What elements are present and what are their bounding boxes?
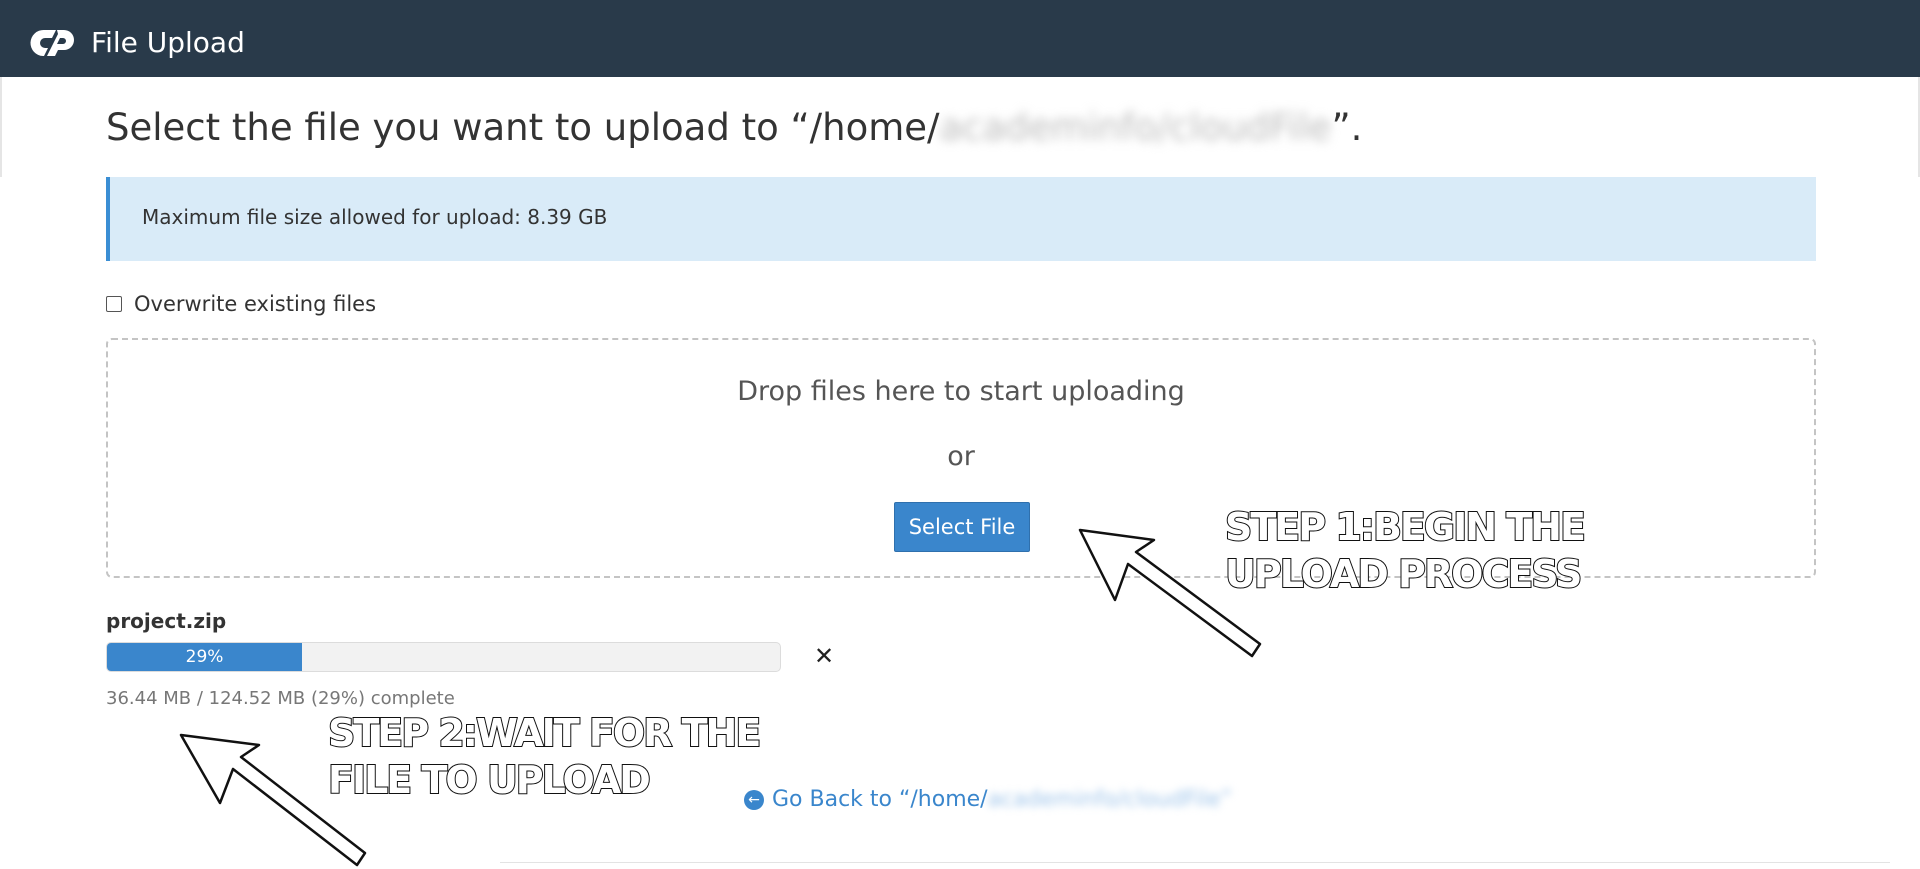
redacted-back-path[interactable]: academinfo/cloudFile” xyxy=(988,787,1232,812)
overwrite-checkbox[interactable] xyxy=(106,296,122,312)
overwrite-option[interactable]: Overwrite existing files xyxy=(106,292,376,316)
step1-line2: UPLOAD PROCESS xyxy=(1224,551,1583,597)
go-back-label[interactable]: Go Back to “/home/ xyxy=(772,787,988,812)
step1-line1: STEP 1:BEGIN THE xyxy=(1224,504,1587,550)
divider xyxy=(500,862,1890,863)
step1-arrow-icon xyxy=(1078,528,1262,658)
page-title-prefix: Select the file you want to upload to “/… xyxy=(106,106,940,149)
app-header: File Upload xyxy=(0,0,1920,77)
cpanel-logo-icon xyxy=(30,29,74,56)
page-title-suffix: ”. xyxy=(1331,106,1363,149)
redacted-path: academinfo/cloudFile xyxy=(939,106,1332,149)
step2-arrow-icon xyxy=(179,733,367,867)
max-size-alert: Maximum file size allowed for upload: 8.… xyxy=(106,177,1816,261)
step2-line2: FILE TO UPLOAD xyxy=(327,757,652,803)
upload-progress-fill: 29% xyxy=(107,643,303,671)
upload-file-name: project.zip xyxy=(106,609,227,633)
upload-status-text: 36.44 MB / 124.52 MB (29%) complete xyxy=(106,688,455,709)
drop-instructions: Drop files here to start uploading xyxy=(737,376,1185,407)
select-file-button[interactable]: Select File xyxy=(894,502,1030,552)
or-separator: or xyxy=(947,441,975,472)
step2-annotation: STEP 2:WAIT FOR THE FILE TO UPLOAD xyxy=(327,710,762,804)
overwrite-label[interactable]: Overwrite existing files xyxy=(134,292,376,316)
go-back-link[interactable]: ← Go Back to “/home/academinfo/cloudFile… xyxy=(744,787,1232,812)
step1-annotation: STEP 1:BEGIN THE UPLOAD PROCESS xyxy=(1224,504,1587,598)
step2-line1: STEP 2:WAIT FOR THE xyxy=(327,710,762,756)
upload-progress-bar: 29% xyxy=(106,642,781,672)
max-size-text: Maximum file size allowed for upload: 8.… xyxy=(142,205,608,229)
page-title: Select the file you want to upload to “/… xyxy=(106,103,1362,153)
app-title: File Upload xyxy=(91,26,245,59)
close-icon[interactable]: ✕ xyxy=(814,641,834,671)
page-edge-left xyxy=(0,77,2,177)
